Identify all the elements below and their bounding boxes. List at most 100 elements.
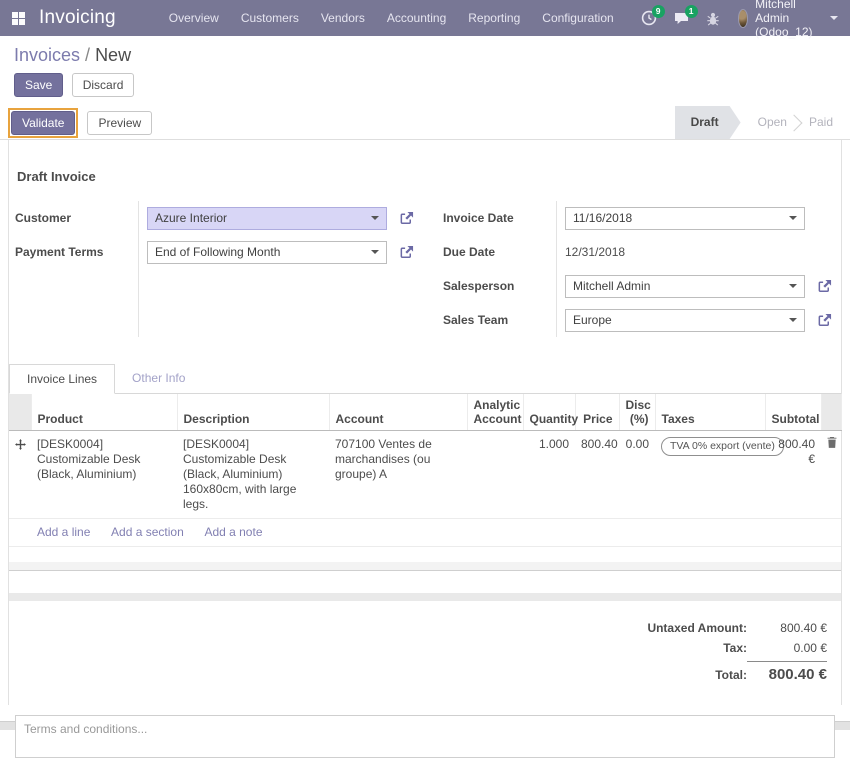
payment-terms-external-link-icon[interactable]	[399, 245, 414, 260]
salesperson-external-link-icon[interactable]	[817, 279, 832, 294]
terms-and-conditions-input[interactable]	[15, 715, 835, 758]
apps-menu-icon[interactable]	[12, 12, 25, 25]
validate-button[interactable]: Validate	[11, 111, 75, 135]
menu-accounting[interactable]: Accounting	[376, 0, 457, 36]
avatar	[738, 9, 748, 28]
handle-column-header	[9, 394, 31, 431]
list-footer-band	[9, 562, 841, 571]
right-label-column: Invoice Date Due Date Salesperson Sales …	[425, 201, 557, 337]
col-description: Description	[177, 394, 329, 431]
top-navbar: Invoicing Overview Customers Vendors Acc…	[0, 0, 850, 36]
total-label: Total:	[715, 668, 747, 682]
invoice-lines-table: Product Description Account Analytic Acc…	[9, 394, 842, 547]
add-links-row: Add a line Add a section Add a note	[9, 519, 841, 547]
breadcrumb-separator: /	[80, 45, 95, 65]
menu-vendors[interactable]: Vendors	[310, 0, 376, 36]
col-disc: Disc (%)	[619, 394, 655, 431]
cell-description[interactable]: [DESK0004] Customizable Desk (Black, Alu…	[177, 431, 329, 519]
customer-value: Azure Interior	[155, 211, 371, 225]
stage-draft[interactable]: Draft	[675, 106, 741, 139]
left-label-column: Customer Payment Terms	[9, 201, 139, 337]
caret-down-icon	[789, 216, 797, 220]
validate-annotation-box: Validate	[8, 108, 78, 138]
payment-terms-label: Payment Terms	[9, 245, 103, 259]
breadcrumb-current: New	[95, 45, 131, 65]
activities-badge: 9	[652, 5, 665, 18]
messages-icon[interactable]: 1	[673, 10, 690, 26]
sales-team-value: Europe	[573, 313, 789, 327]
messages-badge: 1	[685, 5, 698, 18]
record-title: Draft Invoice	[9, 169, 841, 184]
form-sheet: Draft Invoice Customer Payment Terms Azu…	[8, 140, 842, 705]
add-a-line-link[interactable]: Add a line	[37, 525, 90, 539]
control-panel-buttons: Save Discard	[14, 73, 836, 97]
payment-terms-select[interactable]: End of Following Month	[147, 241, 387, 264]
cell-price[interactable]: 800.40	[575, 431, 619, 519]
menu-configuration[interactable]: Configuration	[531, 0, 624, 36]
breadcrumb: Invoices/New	[14, 44, 836, 66]
salesperson-label: Salesperson	[437, 279, 514, 293]
salesperson-select[interactable]: Mitchell Admin	[565, 275, 805, 298]
due-date-value[interactable]: 12/31/2018	[565, 245, 625, 259]
table-header-row: Product Description Account Analytic Acc…	[9, 394, 841, 431]
col-product: Product	[31, 394, 177, 431]
notebook-tabs: Invoice Lines Other Info	[9, 364, 841, 394]
invoice-line-row: [DESK0004] Customizable Desk (Black, Alu…	[9, 431, 841, 519]
sales-team-external-link-icon[interactable]	[817, 313, 832, 328]
discard-button[interactable]: Discard	[72, 73, 135, 97]
delete-column-header	[821, 394, 841, 431]
cell-discount[interactable]: 0.00	[619, 431, 655, 519]
form-grid: Customer Payment Terms Azure Interior	[9, 201, 841, 337]
tab-invoice-lines[interactable]: Invoice Lines	[9, 364, 115, 394]
form-group-right: Invoice Date Due Date Salesperson Sales …	[425, 201, 841, 337]
menu-overview[interactable]: Overview	[158, 0, 230, 36]
cell-taxes: TVA 0% export (vente)	[655, 431, 765, 519]
cell-product[interactable]: [DESK0004] Customizable Desk (Black, Alu…	[31, 431, 177, 519]
col-account: Account	[329, 394, 467, 431]
customer-external-link-icon[interactable]	[399, 211, 414, 226]
app-title[interactable]: Invoicing	[39, 7, 116, 29]
main-menu: Overview Customers Vendors Accounting Re…	[158, 0, 625, 36]
caret-down-icon	[789, 318, 797, 322]
salesperson-value: Mitchell Admin	[573, 279, 789, 293]
cell-analytic-account[interactable]	[467, 431, 523, 519]
col-quantity: Quantity	[523, 394, 575, 431]
col-subtotal: Subtotal	[765, 394, 821, 431]
menu-reporting[interactable]: Reporting	[457, 0, 531, 36]
form-group-left: Customer Payment Terms Azure Interior	[9, 201, 425, 337]
customer-select[interactable]: Azure Interior	[147, 207, 387, 230]
cell-account[interactable]: 707100 Ventes de marchandises (ou groupe…	[329, 431, 467, 519]
invoice-date-input[interactable]: 11/16/2018	[565, 207, 805, 230]
payment-terms-value: End of Following Month	[155, 245, 371, 259]
add-a-section-link[interactable]: Add a section	[111, 525, 184, 539]
invoice-date-value: 11/16/2018	[573, 211, 789, 225]
cell-quantity[interactable]: 1.000	[523, 431, 575, 519]
user-menu[interactable]: Mitchell Admin (Odoo_12)	[738, 0, 838, 39]
menu-customers[interactable]: Customers	[230, 0, 310, 36]
untaxed-row: Untaxed Amount: 800.40 €	[547, 618, 827, 638]
add-a-note-link[interactable]: Add a note	[204, 525, 262, 539]
delete-line-icon[interactable]	[821, 431, 841, 519]
activities-icon[interactable]: 9	[641, 10, 657, 26]
due-date-label: Due Date	[437, 245, 495, 259]
tab-other-info[interactable]: Other Info	[115, 364, 202, 394]
caret-down-icon	[371, 250, 379, 254]
totals-block: Untaxed Amount: 800.40 € Tax: 0.00 € Tot…	[547, 618, 827, 686]
invoice-date-label: Invoice Date	[437, 211, 514, 225]
save-button[interactable]: Save	[14, 73, 63, 97]
untaxed-value: 800.40 €	[747, 621, 827, 635]
right-field-column: 11/16/2018 12/31/2018 Mitchell Admin	[557, 201, 841, 337]
sales-team-select[interactable]: Europe	[565, 309, 805, 332]
col-taxes: Taxes	[655, 394, 765, 431]
tax-row: Tax: 0.00 €	[547, 638, 827, 658]
tax-tag[interactable]: TVA 0% export (vente)	[661, 437, 784, 456]
drag-handle-icon[interactable]	[9, 431, 31, 519]
systray: 9 1 Mitchell Admin (Odoo_12)	[625, 0, 838, 39]
section-divider	[9, 593, 841, 601]
debug-bug-icon[interactable]	[706, 11, 720, 26]
preview-button[interactable]: Preview	[87, 111, 152, 135]
control-panel: Invoices/New Save Discard	[0, 36, 850, 106]
breadcrumb-invoices-link[interactable]: Invoices	[14, 45, 80, 65]
tax-value: 0.00 €	[747, 641, 827, 655]
chevron-down-icon	[830, 16, 838, 20]
